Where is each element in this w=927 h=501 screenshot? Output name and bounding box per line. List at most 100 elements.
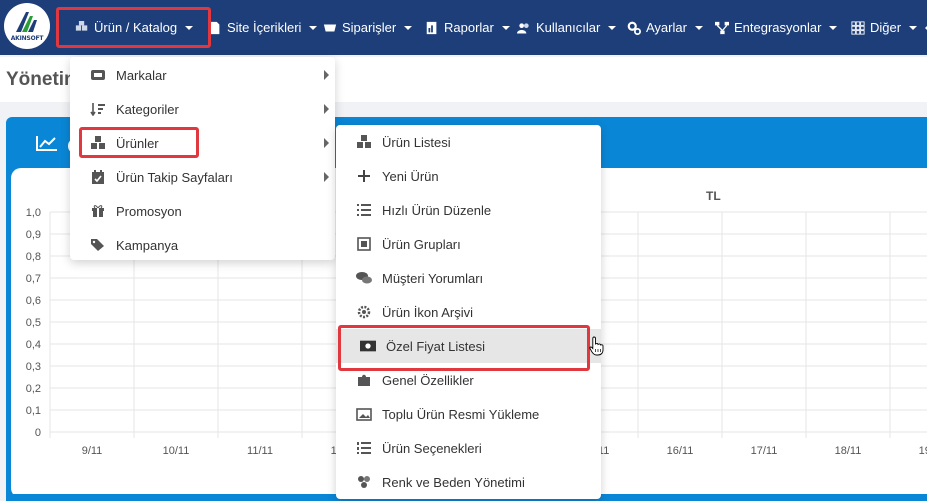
chevron-down-icon [608, 25, 617, 30]
nav-label: Raporlar [444, 20, 494, 35]
nav-label: Entegrasyonlar [734, 20, 822, 35]
chevron-down-icon [185, 25, 194, 30]
menu-item-label: Ürün Listesi [382, 134, 451, 150]
menu-item-label: Markalar [116, 67, 167, 83]
nav-label: Ayarlar [646, 20, 687, 35]
menu-item-label: Ürün İkon Arşivi [382, 304, 474, 320]
y-tick-label: 0,5 [26, 317, 41, 329]
nav-siparisler[interactable]: Siparişler [323, 0, 413, 55]
nav-label: Diğer [870, 20, 902, 35]
nav-label: Site İçerikleri [227, 20, 302, 35]
boxes-icon [356, 134, 372, 150]
tag-box-icon [90, 67, 106, 83]
menu-item-label: Ürünler [116, 135, 159, 151]
nav-site-icerikleri[interactable]: Site İçerikleri [208, 0, 318, 55]
grid-icon [851, 20, 865, 35]
chevron-down-icon [404, 25, 413, 30]
chevron-down-icon [501, 25, 510, 30]
products-submenu: Ürün Listesi Yeni Ürün Hızlı Ürün Düzenl… [336, 125, 601, 499]
x-tick-label: 17/11 [751, 445, 778, 457]
catalog-dropdown: Markalar Kategoriler Ürünler Ürün Takip … [70, 57, 335, 260]
menu-item-ozel-fiyat-listesi[interactable]: Özel Fiyat Listesi [336, 329, 601, 363]
nav-more[interactable] [920, 0, 927, 55]
x-tick-label: 18/11 [835, 445, 862, 457]
chevron-right-icon [324, 70, 329, 80]
menu-item-label: Özel Fiyat Listesi [386, 338, 485, 354]
cubes-icon [75, 20, 88, 31]
menu-item-yeni-urun[interactable]: Yeni Ürün [336, 159, 601, 193]
gears-icon [627, 21, 641, 35]
image-icon [356, 406, 372, 422]
menu-item-label: Renk ve Beden Yönetimi [382, 474, 525, 490]
y-tick-label: 0,4 [26, 339, 41, 351]
brand-logo[interactable]: AKINSOFT [4, 3, 50, 49]
menu-item-promosyon[interactable]: Promosyon [70, 194, 335, 228]
menu-item-urunler[interactable]: Ürünler [70, 126, 335, 160]
menu-item-label: Yeni Ürün [382, 168, 439, 184]
shopping-icon [323, 24, 337, 31]
akinsoft-logo-icon [16, 12, 37, 32]
y-tick-label: 0,2 [26, 383, 41, 395]
menu-item-toplu-urun-resmi-yukleme[interactable]: Toplu Ürün Resmi Yükleme [336, 397, 601, 431]
menu-item-hizli-urun-duzenle[interactable]: Hızlı Ürün Düzenle [336, 193, 601, 227]
nav-urun-katalog[interactable]: Ürün / Katalog [75, 0, 194, 55]
menu-item-renk-ve-beden-yonetimi[interactable]: Renk ve Beden Yönetimi [336, 465, 601, 499]
menu-item-urun-ikon-arsivi[interactable]: Ürün İkon Arşivi [336, 295, 601, 329]
menu-item-musteri-yorumlari[interactable]: Müşteri Yorumları [336, 261, 601, 295]
y-tick-label: 0,8 [26, 251, 41, 263]
menu-item-label: Toplu Ürün Resmi Yükleme [382, 406, 540, 422]
nav-raporlar[interactable]: Raporlar [425, 0, 510, 55]
x-tick-label: 10/11 [163, 445, 190, 457]
boxes-icon [90, 135, 106, 151]
file-icon [210, 21, 220, 34]
plus-icon [356, 168, 372, 184]
chevron-right-icon [324, 138, 329, 148]
chevron-down-icon [829, 25, 838, 30]
nav-diger[interactable]: Diğer [851, 0, 918, 55]
menu-item-urun-listesi[interactable]: Ürün Listesi [336, 125, 601, 159]
sort-icon [90, 101, 106, 117]
menu-item-urun-secenekleri[interactable]: Ürün Seçenekleri [336, 431, 601, 465]
nav-label: Ürün / Katalog [94, 20, 178, 35]
chevron-down-icon [694, 25, 703, 30]
menu-item-genel-ozellikler[interactable]: Genel Özellikler [336, 363, 601, 397]
menu-item-label: Ürün Grupları [382, 236, 461, 252]
hand-cursor-icon [589, 336, 604, 356]
x-tick-label: 19/11 [919, 445, 927, 457]
y-tick-label: 0 [35, 427, 41, 439]
menu-item-urun-gruplari[interactable]: Ürün Grupları [336, 227, 601, 261]
cubes-icon [356, 474, 372, 490]
network-icon [715, 21, 729, 34]
top-navbar: AKINSOFT Ürün / Katalog Site İçerikleri … [0, 0, 927, 55]
y-tick-label: 1,0 [26, 207, 41, 219]
nav-ayarlar[interactable]: Ayarlar [627, 0, 703, 55]
cog-icon [356, 304, 372, 320]
y-tick-label: 0,3 [26, 361, 41, 373]
object-group-icon [356, 236, 372, 252]
nav-label: Kullanıcılar [536, 20, 601, 35]
menu-item-kategoriler[interactable]: Kategoriler [70, 92, 335, 126]
menu-item-markalar[interactable]: Markalar [70, 58, 335, 92]
report-icon [426, 21, 437, 34]
comments-icon [356, 270, 372, 286]
chevron-right-icon [324, 104, 329, 114]
chevron-right-icon [324, 172, 329, 182]
menu-item-urun-takip-sayfalari[interactable]: Ürün Takip Sayfaları [70, 160, 335, 194]
nav-entegrasyonlar[interactable]: Entegrasyonlar [715, 0, 838, 55]
logo-text: AKINSOFT [10, 35, 44, 42]
money-bill-icon [360, 338, 376, 354]
menu-item-kampanya[interactable]: Kampanya [70, 228, 335, 262]
chart-title: TL [706, 189, 721, 203]
menu-item-label: Kampanya [116, 237, 179, 253]
menu-item-label: Müşteri Yorumları [382, 270, 484, 286]
menu-item-label: Ürün Seçenekleri [382, 440, 482, 456]
nav-kullanicilar[interactable]: Kullanıcılar [517, 0, 617, 55]
menu-item-label: Kategoriler [116, 101, 179, 117]
x-tick-label: 11/11 [247, 445, 273, 457]
nav-label: Siparişler [342, 20, 397, 35]
puzzle-icon [356, 372, 372, 388]
menu-item-label: Hızlı Ürün Düzenle [382, 202, 492, 218]
y-tick-label: 0,9 [26, 229, 41, 241]
line-chart-icon [36, 136, 57, 151]
chevron-down-icon [909, 25, 918, 30]
